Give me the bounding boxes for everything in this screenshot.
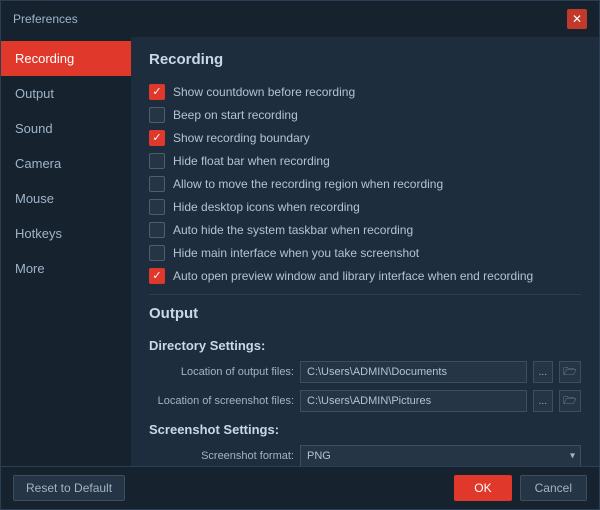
footer: Reset to Default OK Cancel	[1, 466, 599, 509]
checkbox-taskbar[interactable]	[149, 222, 165, 238]
footer-right: OK Cancel	[454, 475, 587, 501]
format-select-wrapper: PNG JPG BMP GIF	[300, 445, 581, 466]
dialog-title: Preferences	[13, 12, 78, 26]
format-label: Screenshot format:	[149, 450, 294, 462]
screenshot-files-input[interactable]	[300, 390, 527, 412]
recording-section-title: Recording	[149, 51, 581, 74]
checkbox-label-beep: Beep on start recording	[173, 108, 298, 122]
sidebar: Recording Output Sound Camera Mouse Hotk…	[1, 37, 131, 466]
output-files-row: Location of output files: ... 🗁	[149, 361, 581, 383]
sidebar-item-hotkeys[interactable]: Hotkeys	[1, 216, 131, 251]
checkbox-row-move-region: Allow to move the recording region when …	[149, 176, 581, 192]
checkbox-countdown[interactable]	[149, 84, 165, 100]
checkbox-label-taskbar: Auto hide the system taskbar when record…	[173, 223, 413, 237]
checkbox-beep[interactable]	[149, 107, 165, 123]
checkbox-auto-open[interactable]	[149, 268, 165, 284]
checkbox-row-countdown: Show countdown before recording	[149, 84, 581, 100]
checkbox-row-taskbar: Auto hide the system taskbar when record…	[149, 222, 581, 238]
format-row: Screenshot format: PNG JPG BMP GIF	[149, 445, 581, 466]
screenshot-settings-title: Screenshot Settings:	[149, 422, 581, 437]
directory-settings-title: Directory Settings:	[149, 338, 581, 353]
main-panel: Recording Show countdown before recordin…	[131, 37, 599, 466]
checkbox-label-countdown: Show countdown before recording	[173, 85, 355, 99]
checkbox-row-float-bar: Hide float bar when recording	[149, 153, 581, 169]
preferences-dialog: Preferences ✕ Recording Output Sound Cam…	[0, 0, 600, 510]
checkbox-label-auto-open: Auto open preview window and library int…	[173, 269, 533, 283]
checkbox-row-boundary: Show recording boundary	[149, 130, 581, 146]
title-bar: Preferences ✕	[1, 1, 599, 37]
checkbox-row-desktop-icons: Hide desktop icons when recording	[149, 199, 581, 215]
checkbox-label-move-region: Allow to move the recording region when …	[173, 177, 443, 191]
checkbox-row-main-interface: Hide main interface when you take screen…	[149, 245, 581, 261]
content-area: Recording Output Sound Camera Mouse Hotk…	[1, 37, 599, 466]
cancel-button[interactable]: Cancel	[520, 475, 587, 501]
screenshot-files-browse-btn[interactable]: ...	[533, 390, 553, 412]
checkbox-main-interface[interactable]	[149, 245, 165, 261]
checkbox-move-region[interactable]	[149, 176, 165, 192]
checkbox-row-beep: Beep on start recording	[149, 107, 581, 123]
sidebar-item-recording[interactable]: Recording	[1, 41, 131, 76]
sidebar-item-mouse[interactable]: Mouse	[1, 181, 131, 216]
sidebar-item-camera[interactable]: Camera	[1, 146, 131, 181]
checkbox-desktop-icons[interactable]	[149, 199, 165, 215]
reset-button[interactable]: Reset to Default	[13, 475, 125, 501]
checkbox-label-float-bar: Hide float bar when recording	[173, 154, 330, 168]
format-select[interactable]: PNG JPG BMP GIF	[300, 445, 581, 466]
screenshot-files-label: Location of screenshot files:	[149, 395, 294, 407]
checkbox-float-bar[interactable]	[149, 153, 165, 169]
checkbox-row-auto-open: Auto open preview window and library int…	[149, 268, 581, 284]
checkbox-label-desktop-icons: Hide desktop icons when recording	[173, 200, 360, 214]
sidebar-item-more[interactable]: More	[1, 251, 131, 286]
output-section: Output Directory Settings: Location of o…	[149, 305, 581, 466]
section-divider	[149, 294, 581, 295]
output-files-browse-btn[interactable]: ...	[533, 361, 553, 383]
screenshot-files-folder-btn[interactable]: 🗁	[559, 390, 581, 412]
ok-button[interactable]: OK	[454, 475, 511, 501]
sidebar-item-sound[interactable]: Sound	[1, 111, 131, 146]
output-files-input[interactable]	[300, 361, 527, 383]
close-button[interactable]: ✕	[567, 9, 587, 29]
sidebar-item-output[interactable]: Output	[1, 76, 131, 111]
screenshot-files-row: Location of screenshot files: ... 🗁	[149, 390, 581, 412]
output-files-folder-btn[interactable]: 🗁	[559, 361, 581, 383]
checkbox-label-main-interface: Hide main interface when you take screen…	[173, 246, 419, 260]
checkbox-label-boundary: Show recording boundary	[173, 131, 310, 145]
output-section-title: Output	[149, 305, 581, 328]
checkbox-boundary[interactable]	[149, 130, 165, 146]
output-files-label: Location of output files:	[149, 366, 294, 378]
